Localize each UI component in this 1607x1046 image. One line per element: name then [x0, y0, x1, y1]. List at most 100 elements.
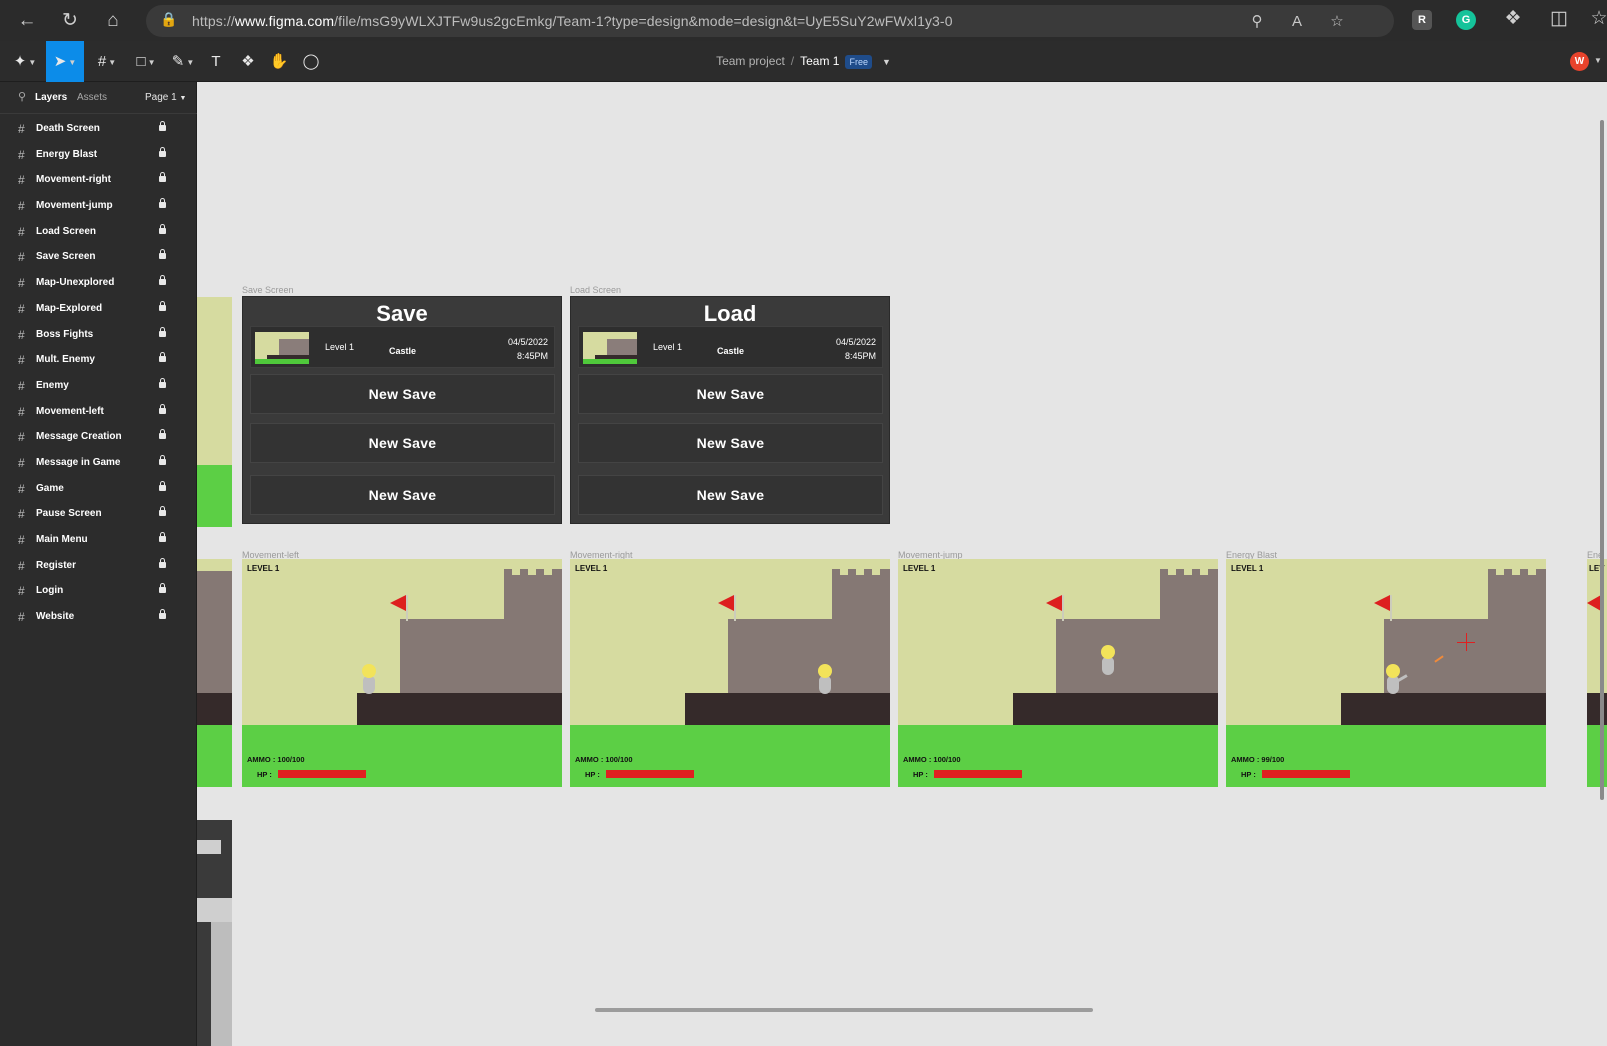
save-slot[interactable]: Level 1 Castle 04/5/2022 8:45PM	[250, 326, 555, 368]
project-name[interactable]: Team project	[716, 54, 785, 68]
lock-icon[interactable]	[159, 532, 166, 542]
lock-icon[interactable]	[159, 172, 166, 183]
favorite-star-icon[interactable]: ☆	[1326, 11, 1348, 33]
new-save-button[interactable]: New Save	[578, 374, 883, 414]
lock-icon[interactable]	[159, 583, 166, 594]
slot-thumbnail	[583, 332, 637, 364]
extension-icon[interactable]: R	[1412, 10, 1432, 30]
lock-icon[interactable]	[159, 429, 166, 440]
frame-label[interactable]: Save Screen	[242, 285, 294, 295]
partial-frame-mid[interactable]	[197, 559, 232, 787]
lock-icon[interactable]	[159, 480, 166, 491]
player-body	[1102, 657, 1114, 675]
lock-icon[interactable]	[159, 609, 166, 620]
vertical-scrollbar[interactable]	[1600, 120, 1604, 800]
game-frame[interactable]: LEVEL 1 AMMO : 100/100 HP :	[898, 559, 1218, 787]
home-icon[interactable]: ⌂	[100, 8, 126, 34]
lock-icon[interactable]	[159, 326, 166, 337]
layer-item[interactable]: # Enemy	[0, 374, 197, 400]
lock-icon[interactable]	[159, 249, 166, 260]
lock-icon[interactable]	[159, 223, 166, 234]
layer-item[interactable]: # Save Screen	[0, 245, 197, 271]
load-screen-frame[interactable]: Load Level 1 Castle 04/5/2022 8:45PM New …	[570, 296, 890, 524]
new-save-button[interactable]: New Save	[250, 374, 555, 414]
avatar-chevron-icon[interactable]: ▼	[1594, 56, 1602, 65]
comment-tool-icon[interactable]: ◯	[300, 41, 322, 82]
design-canvas[interactable]: Save Screen Save Level 1 Castle 04/5/202…	[197, 82, 1607, 1046]
reload-icon[interactable]: ↻	[57, 8, 83, 34]
layer-item[interactable]: # Map-Explored	[0, 297, 197, 323]
main-menu-icon[interactable]: ✦ ▼	[10, 41, 40, 82]
tab-assets[interactable]: Assets	[77, 92, 107, 103]
chevron-down-icon[interactable]: ▼	[882, 57, 891, 67]
url-text[interactable]: https://www.figma.com/file/msG9yWLXJTFw9…	[192, 13, 953, 29]
partial-frame-bottom[interactable]	[197, 820, 232, 1046]
lock-icon[interactable]	[159, 300, 166, 311]
lock-icon[interactable]	[159, 403, 166, 414]
lock-icon[interactable]	[159, 352, 166, 363]
layer-item[interactable]: # Movement-left	[0, 400, 197, 426]
load-slot[interactable]: Level 1 Castle 04/5/2022 8:45PM	[578, 326, 883, 368]
frame-icon: #	[18, 455, 25, 470]
battlement	[832, 569, 840, 577]
lock-icon[interactable]	[159, 275, 166, 286]
layer-item[interactable]: # Game	[0, 477, 197, 503]
save-screen-frame[interactable]: Save Level 1 Castle 04/5/2022 8:45PM New …	[242, 296, 562, 524]
layer-item[interactable]: # Load Screen	[0, 220, 197, 246]
address-bar[interactable]: 🔒 https://www.figma.com/file/msG9yWLXJTF…	[146, 5, 1394, 37]
new-save-button[interactable]: New Save	[250, 423, 555, 463]
pen-tool-icon[interactable]: ✎ ▼	[168, 41, 198, 82]
horizontal-scrollbar[interactable]	[595, 1008, 1093, 1012]
extensions-puzzle-icon[interactable]: ❖	[1500, 6, 1526, 32]
frame-label[interactable]: Load Screen	[570, 285, 621, 295]
layer-item[interactable]: # Movement-jump	[0, 194, 197, 220]
tab-layers[interactable]: Layers	[35, 92, 67, 103]
lock-icon[interactable]	[159, 146, 166, 157]
search-icon[interactable]: ⚲	[18, 90, 26, 103]
avatar[interactable]: W	[1570, 52, 1589, 71]
layer-item[interactable]: # Main Menu	[0, 528, 197, 554]
partial-frame-right[interactable]: LEV	[1587, 559, 1607, 787]
lock-icon[interactable]	[159, 377, 166, 388]
lock-icon[interactable]	[159, 506, 166, 517]
resources-icon[interactable]: ❖	[237, 41, 259, 82]
lock-icon[interactable]	[159, 557, 166, 568]
read-aloud-icon[interactable]: A	[1286, 11, 1308, 33]
layer-item[interactable]: # Death Screen	[0, 117, 197, 143]
partial-frame-top[interactable]	[197, 297, 232, 527]
shape-tool-icon[interactable]: □ ▼	[131, 41, 161, 82]
text-tool-icon[interactable]: T	[205, 41, 227, 82]
layer-item[interactable]: # Movement-right	[0, 168, 197, 194]
move-tool-icon[interactable]: ➤ ▼	[46, 41, 84, 82]
layer-item[interactable]: # Energy Blast	[0, 143, 197, 169]
game-frame[interactable]: LEVEL 1 AMMO : 100/100 HP :	[570, 559, 890, 787]
layer-item[interactable]: # Login	[0, 579, 197, 605]
page-selector[interactable]: Page 1 ▼	[145, 92, 186, 103]
game-frame[interactable]: LEVEL 1 AMMO : 99/100 HP :	[1226, 559, 1546, 787]
hand-tool-icon[interactable]: ✋	[268, 41, 290, 82]
new-save-button[interactable]: New Save	[250, 475, 555, 515]
flag-pole	[734, 595, 736, 621]
layer-item[interactable]: # Map-Unexplored	[0, 271, 197, 297]
layer-item[interactable]: # Mult. Enemy	[0, 348, 197, 374]
grammarly-icon[interactable]: G	[1456, 10, 1476, 30]
lock-icon[interactable]	[159, 121, 166, 131]
lock-icon[interactable]	[159, 198, 166, 209]
new-save-button[interactable]: New Save	[578, 475, 883, 515]
split-screen-icon[interactable]: ◫	[1546, 6, 1572, 32]
zoom-out-icon[interactable]: ⚲	[1246, 11, 1268, 33]
layer-item[interactable]: # Message Creation	[0, 425, 197, 451]
layer-item[interactable]: # Message in Game	[0, 451, 197, 477]
favorites-icon[interactable]: ☆	[1586, 6, 1607, 32]
back-icon[interactable]: ←	[14, 8, 40, 34]
layer-item[interactable]: # Pause Screen	[0, 502, 197, 528]
layer-item[interactable]: # Boss Fights	[0, 323, 197, 349]
layer-item[interactable]: # Website	[0, 605, 197, 631]
file-name[interactable]: Team 1	[800, 54, 839, 68]
layer-item[interactable]: # Register	[0, 554, 197, 580]
game-frame[interactable]: LEVEL 1 AMMO : 100/100 HP :	[242, 559, 562, 787]
thumb-ground	[255, 359, 309, 364]
frame-tool-icon[interactable]: # ▼	[92, 41, 122, 82]
lock-icon[interactable]	[159, 454, 166, 465]
new-save-button[interactable]: New Save	[578, 423, 883, 463]
